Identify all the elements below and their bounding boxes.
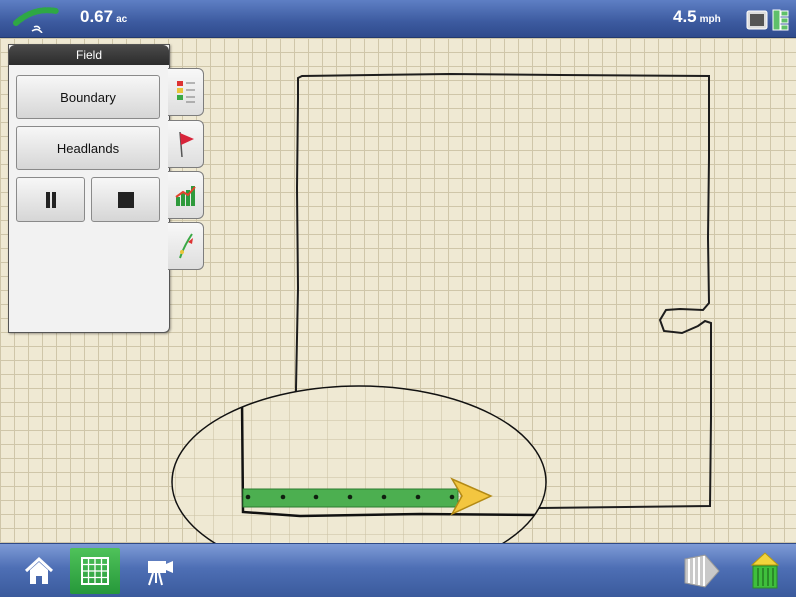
- stop-icon: [117, 191, 134, 208]
- guidance-icon: [178, 233, 193, 259]
- area-readout[interactable]: 0.67 ac: [80, 7, 127, 27]
- tab-flags[interactable]: [168, 120, 204, 168]
- speed-readout[interactable]: 4.5 mph: [673, 7, 721, 27]
- product-button[interactable]: [740, 548, 790, 594]
- video-camera-icon: [148, 561, 173, 586]
- tab-charts[interactable]: [168, 171, 204, 219]
- area-unit: ac: [116, 14, 128, 25]
- field-panel: Field Boundary Headlands: [8, 44, 170, 333]
- headlands-button[interactable]: Headlands: [16, 126, 160, 170]
- legend-icon: [176, 81, 195, 103]
- display-toggle-icon[interactable]: [746, 8, 790, 32]
- home-button[interactable]: [14, 548, 64, 594]
- chart-icon: [174, 186, 196, 206]
- pause-button[interactable]: [16, 177, 85, 222]
- video-button[interactable]: [136, 548, 186, 594]
- stop-button[interactable]: [91, 177, 160, 222]
- bottom-nav-bar: [0, 543, 796, 597]
- product-bin-icon: [750, 552, 780, 589]
- pause-icon: [45, 191, 56, 208]
- speed-unit: mph: [699, 14, 721, 25]
- flag-icon: [178, 131, 194, 158]
- implement-button[interactable]: [676, 548, 726, 594]
- area-value: 0.67: [80, 7, 114, 26]
- tab-legend[interactable]: [168, 68, 204, 116]
- gps-satellite-icon[interactable]: [10, 5, 66, 33]
- boundary-button[interactable]: Boundary: [16, 75, 160, 119]
- status-bar: 0.67 ac 4.5 mph: [0, 0, 796, 38]
- map-grid-icon: [81, 557, 109, 585]
- panel-title: Field: [9, 45, 169, 65]
- speed-value: 4.5: [673, 7, 697, 26]
- map-button[interactable]: [70, 548, 120, 594]
- implement-icon: [684, 554, 720, 588]
- field-boundary: [295, 72, 712, 511]
- tab-guidance[interactable]: [168, 222, 204, 270]
- home-icon: [24, 556, 54, 584]
